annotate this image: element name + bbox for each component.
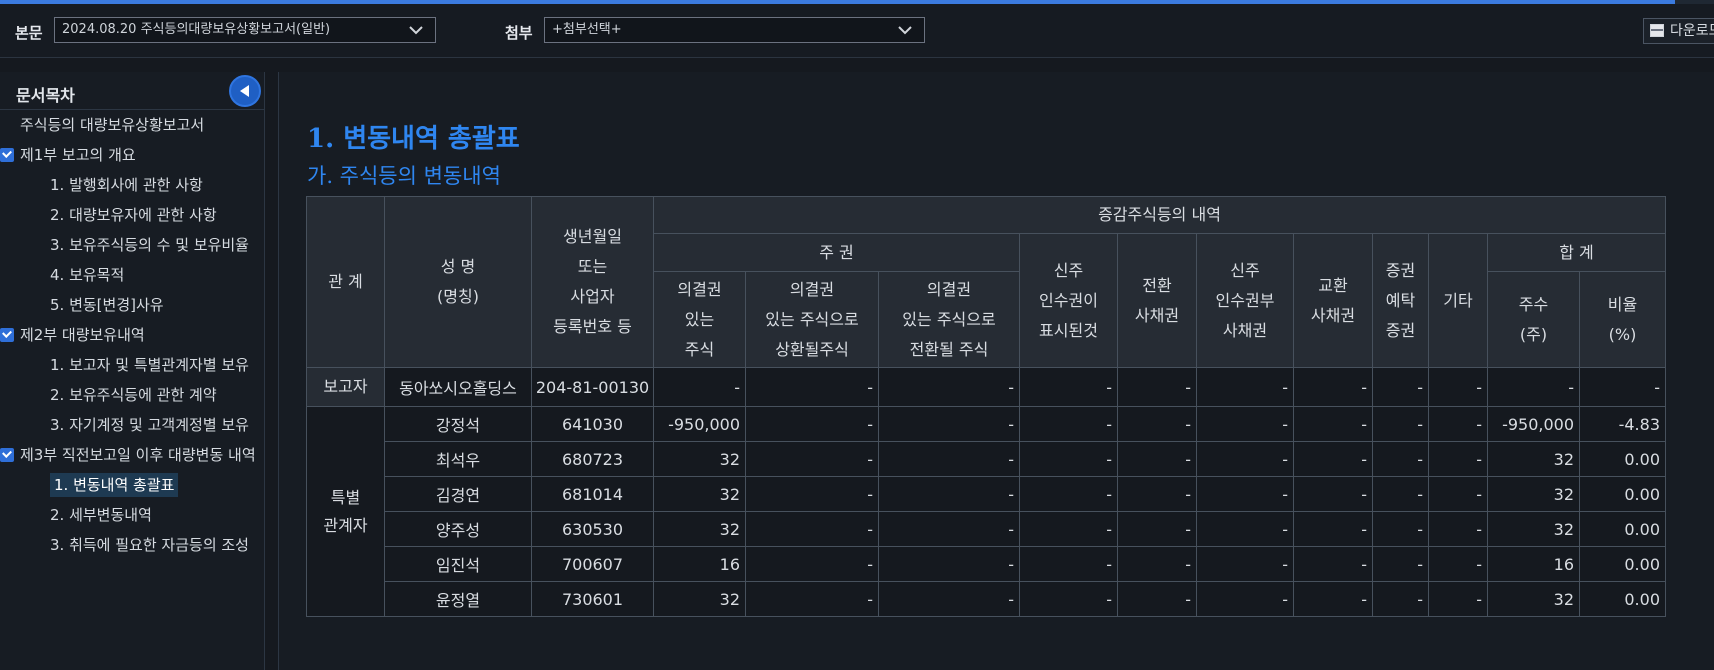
- col-group-stock: 주 권: [653, 233, 1020, 272]
- toc-item[interactable]: 3. 보유주식등의 수 및 보유비율: [0, 230, 264, 260]
- toc-sidebar: 문서목차 주식등의 대량보유상황보고서 제1부 보고의 개요 1. 발행회사에 …: [0, 72, 265, 670]
- attach-select-value: +첨부선택+: [552, 22, 622, 37]
- table-row: 최석우 680723 32 - - - - - - - - 32 0.00: [307, 441, 1666, 477]
- page-title: 1. 변동내역 총괄표: [307, 124, 520, 154]
- toc-item[interactable]: 1. 보고자 및 특별관계자별 보유: [0, 350, 264, 380]
- table-row: 윤정열 730601 32 - - - - - - - - 32 0.00: [307, 581, 1666, 617]
- expanded-check-icon[interactable]: [0, 328, 14, 342]
- table-row: 특별 관계자 강정석 641030 -950,000 - - - - - - - …: [306, 406, 1666, 617]
- col-relation: 관 계: [306, 196, 385, 368]
- col-dr: 증권 예탁 증권: [1372, 233, 1429, 368]
- toc-list: 주식등의 대량보유상황보고서 제1부 보고의 개요 1. 발행회사에 관한 사항…: [0, 110, 264, 560]
- toc-item[interactable]: 5. 변동[변경]사유: [0, 290, 264, 320]
- body-document-select[interactable]: 2024.08.20 주식등의대량보유상황보고서(일반): [54, 17, 436, 43]
- collapse-sidebar-button[interactable]: [229, 75, 261, 107]
- col-shares: 주수 (주): [1487, 271, 1580, 368]
- document-content: 1. 변동내역 총괄표 가. 주식등의 변동내역 관 계 성 명 (명칭) 생년월…: [278, 72, 1714, 670]
- toc-title: 문서목차: [16, 86, 75, 105]
- relation-reporter: 보고자: [306, 367, 385, 407]
- table-row: 양주성 630530 32 - - - - - - - - 32 0.00: [307, 511, 1666, 547]
- toc-item-active[interactable]: 1. 변동내역 총괄표: [0, 470, 264, 500]
- section-subtitle: 가. 주식등의 변동내역: [307, 164, 501, 188]
- col-exch-bond: 교환 사채권: [1293, 233, 1373, 368]
- attach-label: 첨부: [505, 24, 533, 42]
- chevron-down-icon: [898, 26, 912, 35]
- toc-item[interactable]: 2. 대량보유자에 관한 사항: [0, 200, 264, 230]
- document-toolbar: 본문 2024.08.20 주식등의대량보유상황보고서(일반) 첨부 +첨부선택…: [0, 4, 1714, 58]
- download-label: 다운로드: [1670, 23, 1714, 39]
- col-voting: 의결권 있는 주식: [653, 271, 746, 368]
- change-summary-table: 관 계 성 명 (명칭) 생년월일 또는 사업자 등록번호 등 증감주식등의 내역 주 …: [306, 196, 1666, 617]
- body-select-value: 2024.08.20 주식등의대량보유상황보고서(일반): [62, 22, 331, 37]
- col-ratio: 비율 (%): [1579, 271, 1666, 368]
- download-button[interactable]: 다운로드: [1643, 18, 1714, 44]
- toc-section[interactable]: 제3부 직전보고일 이후 대량변동 내역: [0, 440, 264, 470]
- toc-item[interactable]: 1. 발행회사에 관한 사항: [0, 170, 264, 200]
- col-conv-bond: 전환 사채권: [1117, 233, 1197, 368]
- table-row: 임진석 700607 16 - - - - - - - - 16 0.00: [307, 546, 1666, 582]
- toc-item[interactable]: 주식등의 대량보유상황보고서: [0, 110, 264, 140]
- attach-select[interactable]: +첨부선택+: [544, 17, 925, 43]
- expanded-check-icon[interactable]: [0, 148, 14, 162]
- table-row: 보고자 동아쏘시오홀딩스 204-81-00130 - - - - - - - …: [306, 367, 1666, 407]
- relation-special: 특별 관계자: [306, 406, 385, 617]
- toc-item[interactable]: 4. 보유목적: [0, 260, 264, 290]
- toc-section[interactable]: 제2부 대량보유내역: [0, 320, 264, 350]
- expanded-check-icon[interactable]: [0, 448, 14, 462]
- toc-header: 문서목차: [0, 72, 264, 110]
- toc-item[interactable]: 3. 취득에 필요한 자금등의 조성: [0, 530, 264, 560]
- col-convert: 의결권 있는 주식으로 전환될 주식: [878, 271, 1020, 368]
- toc-item[interactable]: 3. 자기계정 및 고객계정별 보유: [0, 410, 264, 440]
- col-group-total: 합 계: [1487, 233, 1666, 272]
- col-group-increase: 증감주식등의 내역: [653, 196, 1666, 234]
- col-bw: 신주 인수권부 사채권: [1196, 233, 1294, 368]
- toc-item[interactable]: 2. 보유주식등에 관한 계약: [0, 380, 264, 410]
- col-other: 기타: [1428, 233, 1488, 368]
- col-id: 생년월일 또는 사업자 등록번호 등: [531, 196, 654, 368]
- toc-item[interactable]: 2. 세부변동내역: [0, 500, 264, 530]
- body-label: 본문: [15, 24, 43, 42]
- download-icon: [1650, 24, 1664, 37]
- toc-section[interactable]: 제1부 보고의 개요: [0, 140, 264, 170]
- col-redeem: 의결권 있는 주식으로 상환될주식: [745, 271, 879, 368]
- col-name: 성 명 (명칭): [384, 196, 532, 368]
- chevron-down-icon: [409, 26, 423, 35]
- col-warrant: 신주 인수권이 표시된것: [1019, 233, 1118, 368]
- table-row: 김경연 681014 32 - - - - - - - - 32 0.00: [307, 476, 1666, 512]
